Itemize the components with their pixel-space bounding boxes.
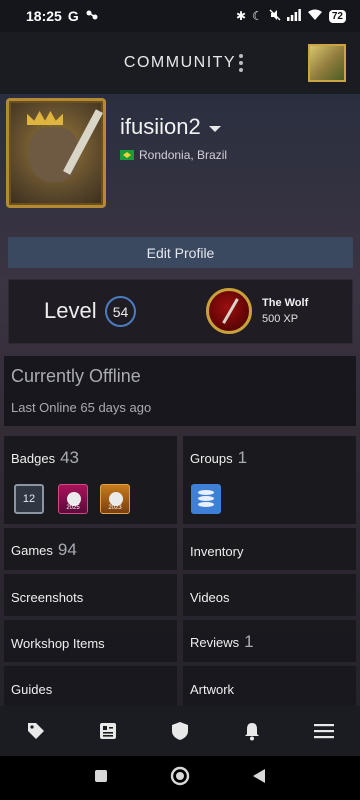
reviews-label: Reviews (190, 635, 240, 650)
steam-logo-icon (67, 492, 81, 506)
videos-tile[interactable]: Videos (183, 574, 356, 616)
groups-tile[interactable]: Groups 1 (183, 436, 356, 524)
notification-icon (85, 8, 99, 24)
signal-icon (286, 8, 301, 24)
level-panel[interactable]: Level 54 The Wolf 500 XP (8, 279, 353, 344)
featured-badge-xp: 500 XP (262, 313, 299, 325)
screenshots-label: Screenshots (11, 590, 84, 605)
user-avatar[interactable] (308, 44, 346, 82)
top-bar: COMMUNITY (0, 32, 360, 94)
system-navigation (0, 756, 360, 800)
badge-level-12-icon[interactable]: 12 (14, 484, 44, 514)
circle-icon[interactable] (170, 766, 190, 791)
badges-tile[interactable]: Badges 43 12 2025 2023 (4, 436, 177, 524)
status-title: Currently Offline (11, 366, 141, 386)
bluetooth-icon: ✱ (236, 9, 247, 23)
page-title: COMMUNITY (123, 54, 237, 71)
location-text: Rondonia, Brazil (139, 148, 228, 162)
steam-2025-badge-icon[interactable]: 2025 (58, 484, 88, 514)
badge-year-2023: 2023 (108, 505, 122, 511)
groups-label: Groups (190, 451, 233, 466)
steam-2023-badge-icon[interactable]: 2023 (100, 484, 130, 514)
games-tile[interactable]: Games 94 (4, 528, 177, 570)
badge-year-2025: 2025 (66, 505, 80, 511)
bottom-navigation (0, 706, 360, 756)
username-dropdown[interactable]: ifusiion2 (120, 114, 221, 140)
profile-avatar[interactable] (6, 98, 106, 208)
clock: 18:25 (26, 8, 62, 24)
badges-count: 43 (60, 448, 80, 467)
bell-icon[interactable] (237, 716, 267, 746)
online-status-panel: Currently Offline Last Online 65 days ag… (4, 356, 356, 426)
last-online: Last Online 65 days ago (11, 400, 152, 415)
wolf-badge-icon (206, 288, 252, 334)
videos-label: Videos (190, 590, 230, 605)
tag-icon[interactable] (21, 716, 51, 746)
games-count: 94 (57, 540, 77, 559)
carrier-icon: G (67, 8, 79, 24)
inventory-tile[interactable]: Inventory (183, 528, 356, 570)
battery-icon: 72 (328, 9, 346, 23)
chevron-down-icon (208, 126, 221, 132)
username: ifusiion2 (120, 114, 201, 139)
guides-tile[interactable]: Guides (4, 666, 177, 706)
menu-icon[interactable] (309, 716, 339, 746)
level-label: Level (44, 298, 97, 323)
edit-profile-button[interactable]: Edit Profile (8, 237, 353, 268)
badge-level-12-label: 12 (22, 493, 36, 505)
featured-badge-name: The Wolf (262, 297, 309, 309)
kebab-menu-icon[interactable] (234, 54, 248, 72)
shield-icon[interactable] (165, 716, 195, 746)
games-label: Games (11, 543, 53, 558)
status-bar: 18:25 G ✱ ☾ 72 (0, 0, 360, 32)
brazil-flag-icon (120, 150, 134, 160)
triangle-back-icon[interactable] (252, 768, 266, 789)
screenshots-tile[interactable]: Screenshots (4, 574, 177, 616)
artwork-tile[interactable]: Artwork (183, 666, 356, 706)
workshop-items-label: Workshop Items (11, 636, 105, 651)
artwork-label: Artwork (190, 682, 235, 697)
reviews-tile[interactable]: Reviews 1 (183, 620, 356, 662)
wifi-icon (307, 9, 323, 24)
group-database-icon[interactable] (191, 484, 221, 514)
mute-icon (269, 9, 281, 24)
level-number: 54 (105, 296, 136, 327)
inventory-label: Inventory (190, 544, 244, 559)
square-icon[interactable] (94, 769, 108, 788)
moon-icon: ☾ (252, 9, 263, 23)
location: Rondonia, Brazil (120, 148, 227, 162)
workshop-items-tile[interactable]: Workshop Items (4, 620, 177, 662)
badges-label: Badges (11, 451, 56, 466)
reviews-count: 1 (244, 632, 254, 651)
steam-logo-icon (109, 492, 123, 506)
groups-count: 1 (237, 448, 248, 467)
guides-label: Guides (11, 682, 53, 697)
avatar-crown (27, 111, 63, 125)
news-icon[interactable] (93, 716, 123, 746)
